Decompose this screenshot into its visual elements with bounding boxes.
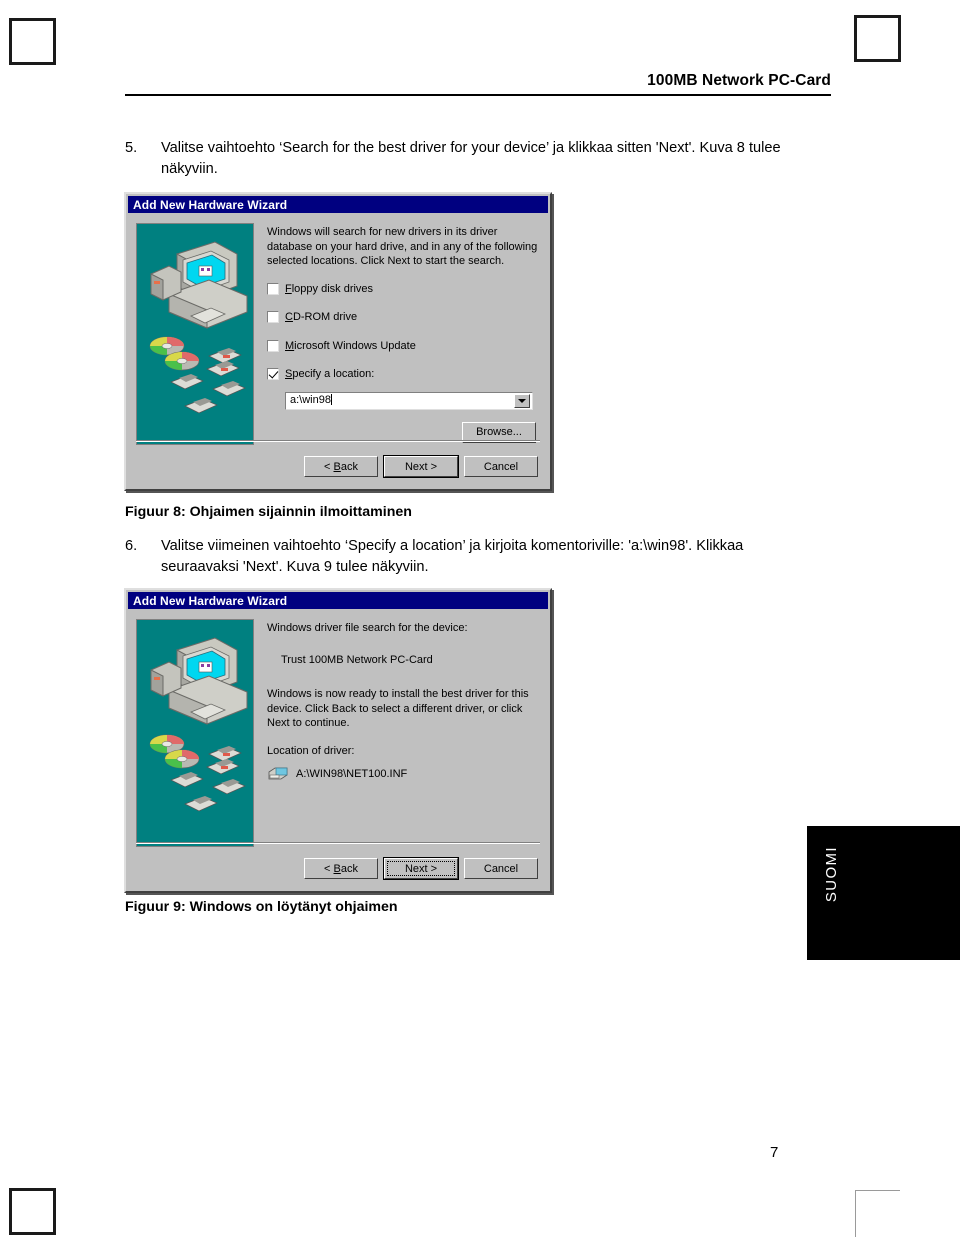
checkbox-specify-a-location[interactable]: Specify a location: xyxy=(267,367,540,382)
location-combobox[interactable]: a:\win98 xyxy=(285,391,533,410)
step-item-6: 6. Valitse viimeinen vaihtoehto ‘Specify… xyxy=(125,536,825,577)
cancel-button[interactable]: Cancel xyxy=(464,858,538,879)
registration-mark-top-right xyxy=(854,15,901,62)
wizard-illustration xyxy=(136,619,254,847)
checkbox-label: Specify a location: xyxy=(285,368,375,381)
figure-8-caption: Figuur 8: Ohjaimen sijainnin ilmoittamin… xyxy=(125,504,412,520)
computer-media-illustration xyxy=(149,637,248,812)
checkbox-microsoft-windows-update[interactable]: Microsoft Windows Update xyxy=(267,339,540,354)
wizard-content-9: Windows driver file search for the devic… xyxy=(254,619,540,847)
checkbox-box[interactable] xyxy=(267,339,279,352)
checkbox-box[interactable] xyxy=(267,282,279,295)
crop-mark-bottom-right xyxy=(855,1190,900,1237)
add-new-hardware-wizard-dialog-9[interactable]: Add New Hardware Wizard Windows driver f… xyxy=(124,588,552,893)
dialog-separator xyxy=(136,842,540,844)
page-number: 7 xyxy=(770,1144,779,1161)
dialog-titlebar: Add New Hardware Wizard xyxy=(128,196,548,213)
registration-mark-top-left xyxy=(9,18,56,65)
checkbox-label: Floppy disk drives xyxy=(285,282,374,295)
dialog-title: Add New Hardware Wizard xyxy=(133,593,288,608)
step-number: 5. xyxy=(125,140,138,156)
checkbox-box[interactable] xyxy=(267,368,279,381)
dialog-separator xyxy=(136,440,540,442)
wizard-illustration xyxy=(136,223,254,445)
step-text: Valitse viimeinen vaihtoehto ‘Specify a … xyxy=(161,538,744,575)
checkbox-cd-rom-drive[interactable]: CD-ROM drive xyxy=(267,310,540,325)
driver-path-row: A:\WIN98\NET100.INF xyxy=(267,766,540,782)
dialog-button-row: < Back Next > Cancel xyxy=(304,857,538,880)
device-name: Trust 100MB Network PC-Card xyxy=(281,653,433,666)
intro-text: Windows will search for new drivers in i… xyxy=(267,226,538,268)
driver-path-text: A:\WIN98\NET100.INF xyxy=(296,767,408,780)
dialog-button-row: < Back Next > Cancel xyxy=(304,455,538,478)
registration-mark-bottom-left xyxy=(9,1188,56,1235)
dialog-titlebar: Add New Hardware Wizard xyxy=(128,592,548,609)
next-button[interactable]: Next > xyxy=(383,857,459,880)
next-button[interactable]: Next > xyxy=(383,455,459,478)
driver-search-label: Windows driver file search for the devic… xyxy=(267,622,468,634)
back-button[interactable]: < Back xyxy=(304,858,378,879)
header-divider xyxy=(125,94,831,96)
back-button[interactable]: < Back xyxy=(304,456,378,477)
cancel-button[interactable]: Cancel xyxy=(464,456,538,477)
chevron-down-icon[interactable] xyxy=(514,393,530,408)
location-input-value[interactable]: a:\win98 xyxy=(286,393,514,408)
location-of-driver-label: Location of driver: xyxy=(267,744,355,757)
checkbox-box[interactable] xyxy=(267,311,279,324)
back-button-label: < Back xyxy=(324,460,358,473)
checkbox-floppy-disk-drives[interactable]: Floppy disk drives xyxy=(267,282,540,297)
add-new-hardware-wizard-dialog-8[interactable]: Add New Hardware Wizard Windows will sea… xyxy=(124,192,552,491)
step-number: 6. xyxy=(125,538,138,554)
checkbox-label: CD-ROM drive xyxy=(285,311,358,324)
page-header: 100MB Network PC-Card xyxy=(125,72,831,96)
wizard-content-8: Windows will search for new drivers in i… xyxy=(254,223,540,445)
floppy-drive-icon xyxy=(267,766,289,782)
ready-text: Windows is now ready to install the best… xyxy=(267,688,529,730)
page-title: 100MB Network PC-Card xyxy=(647,72,831,89)
step-text: Valitse vaihtoehto ‘Search for the best … xyxy=(161,140,781,177)
step-item-5: 5. Valitse vaihtoehto ‘Search for the be… xyxy=(125,138,805,179)
dialog-title: Add New Hardware Wizard xyxy=(133,197,288,212)
figure-9-caption: Figuur 9: Windows on löytänyt ohjaimen xyxy=(125,899,398,915)
side-tab-label: SUOMI xyxy=(823,846,840,903)
computer-media-illustration xyxy=(149,241,248,414)
back-button-label: < Back xyxy=(324,862,358,875)
text-cursor xyxy=(330,394,332,406)
checkbox-label: Microsoft Windows Update xyxy=(285,339,416,352)
language-side-tab: SUOMI xyxy=(807,826,960,960)
